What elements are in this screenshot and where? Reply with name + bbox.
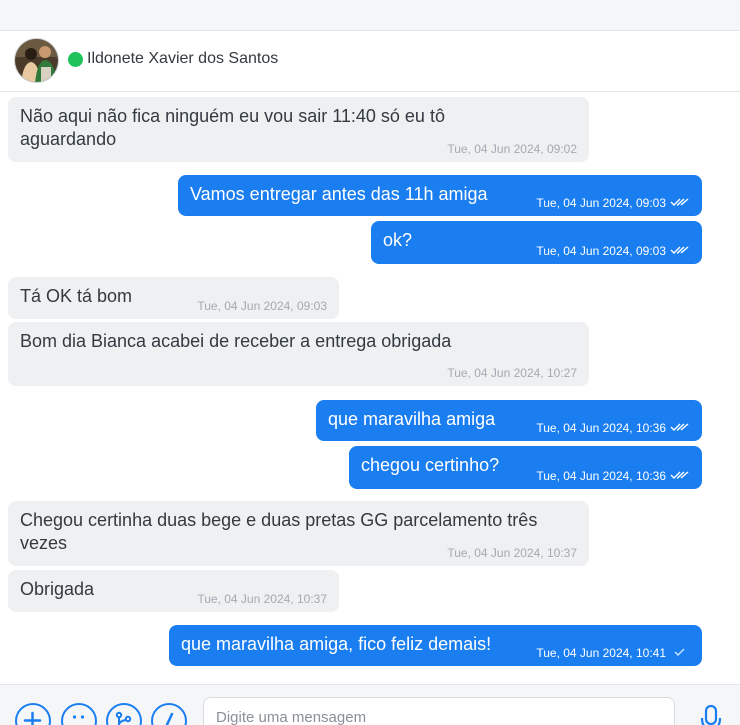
commands-button[interactable] — [151, 703, 187, 725]
emoji-icon — [72, 715, 85, 719]
double-check-icon — [670, 244, 690, 258]
double-check-icon — [670, 196, 690, 210]
message-text: Vamos entregar antes das 11h amiga — [190, 184, 488, 204]
single-check-icon — [670, 646, 690, 660]
contact-name[interactable]: Ildonete Xavier dos Santos — [87, 50, 278, 68]
message-timestamp: Tue, 04 Jun 2024, 10:36 — [536, 468, 690, 483]
message-timestamp: Tue, 04 Jun 2024, 09:03 — [536, 195, 690, 210]
message-outgoing[interactable]: chegou certinho? Tue, 04 Jun 2024, 10:36 — [349, 446, 702, 489]
double-check-icon — [670, 469, 690, 483]
message-timestamp: Tue, 04 Jun 2024, 10:27 — [447, 366, 577, 380]
slash-icon — [165, 712, 174, 725]
message-input[interactable] — [203, 697, 675, 725]
message-text: Tá OK tá bom — [20, 286, 133, 306]
message-outgoing[interactable]: que maravilha amiga, fico feliz demais! … — [169, 625, 702, 666]
message-incoming[interactable]: Bom dia Bianca acabei de receber a entre… — [8, 322, 589, 386]
message-text: Obrigada — [20, 579, 95, 599]
message-text: Não aqui não fica ninguém eu vou sair 11… — [20, 106, 445, 149]
emoji-button[interactable] — [61, 703, 97, 725]
message-text: ok? — [383, 230, 413, 250]
message-timestamp: Tue, 04 Jun 2024, 09:03 — [536, 243, 690, 258]
message-timestamp: Tue, 04 Jun 2024, 09:03 — [197, 299, 327, 313]
message-list[interactable]: Não aqui não fica ninguém eu vou sair 11… — [0, 92, 740, 684]
top-bar — [0, 0, 740, 31]
message-text: Bom dia Bianca acabei de receber a entre… — [20, 331, 452, 351]
avatar-photo — [15, 39, 58, 82]
add-attachment-button[interactable] — [15, 703, 51, 725]
message-outgoing[interactable]: ok? Tue, 04 Jun 2024, 09:03 — [371, 221, 702, 264]
avatar[interactable] — [14, 38, 59, 83]
microphone-icon — [700, 704, 722, 725]
double-check-icon — [670, 421, 690, 435]
branch-icon — [115, 711, 132, 725]
message-outgoing[interactable]: Vamos entregar antes das 11h amiga Tue, … — [178, 175, 702, 216]
message-text: que maravilha amiga — [328, 409, 496, 429]
message-timestamp: Tue, 04 Jun 2024, 10:37 — [197, 592, 327, 606]
message-timestamp: Tue, 04 Jun 2024, 10:41 — [536, 645, 690, 660]
message-incoming[interactable]: Obrigada Tue, 04 Jun 2024, 10:37 — [8, 570, 339, 612]
microphone-button[interactable] — [696, 703, 726, 725]
chat-header: Ildonete Xavier dos Santos — [0, 31, 740, 92]
message-timestamp: Tue, 04 Jun 2024, 10:37 — [447, 546, 577, 560]
message-text: chegou certinho? — [361, 455, 500, 475]
message-outgoing[interactable]: que maravilha amiga Tue, 04 Jun 2024, 10… — [316, 400, 702, 441]
message-text: que maravilha amiga, fico feliz demais! — [181, 634, 492, 654]
message-timestamp: Tue, 04 Jun 2024, 10:36 — [536, 420, 690, 435]
message-incoming[interactable]: Chegou certinha duas bege e duas pretas … — [8, 501, 589, 566]
message-incoming[interactable]: Tá OK tá bom Tue, 04 Jun 2024, 09:03 — [8, 277, 339, 319]
quick-replies-button[interactable] — [106, 703, 142, 725]
message-timestamp: Tue, 04 Jun 2024, 09:02 — [447, 142, 577, 156]
plus-icon — [23, 711, 42, 725]
message-incoming[interactable]: Não aqui não fica ninguém eu vou sair 11… — [8, 97, 589, 162]
online-status-dot — [68, 52, 83, 67]
composer-bar — [0, 684, 740, 725]
